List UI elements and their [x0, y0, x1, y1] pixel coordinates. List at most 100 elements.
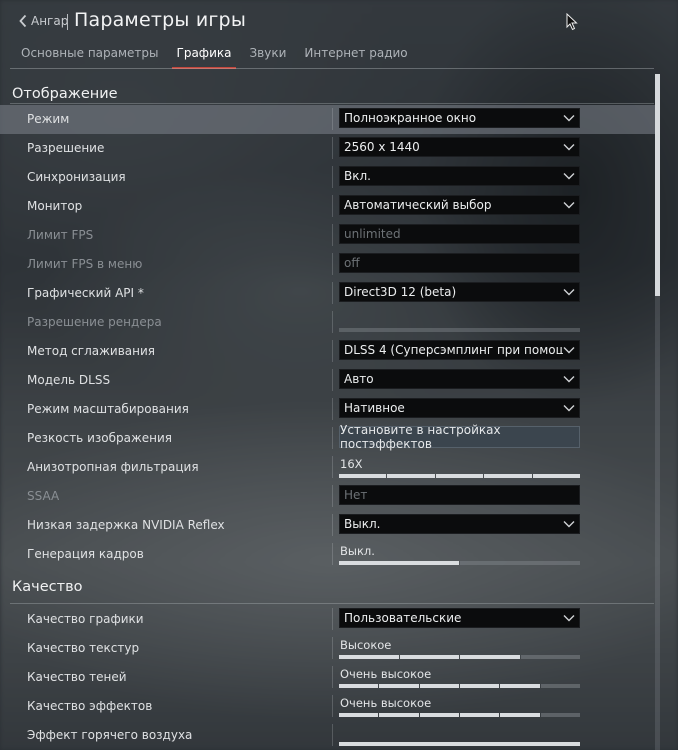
row-divider: [332, 195, 333, 217]
setting-row-effects-quality[interactable]: Качество эффектов Очень высокое: [0, 692, 660, 721]
vsync-dropdown[interactable]: Вкл.: [339, 166, 580, 186]
slider-segment: [540, 684, 580, 688]
scrollbar-thumb[interactable]: [655, 74, 660, 296]
row-divider: [332, 695, 333, 717]
title-separator: [67, 14, 68, 30]
slider-track: [339, 742, 580, 746]
row-divider: [332, 724, 333, 746]
setting-row-reflex[interactable]: Низкая задержка NVIDIA Reflex Выкл.: [0, 511, 660, 540]
dropdown-value: Вкл.: [344, 169, 371, 183]
scaling-mode-dropdown[interactable]: Нативное: [339, 398, 580, 418]
setting-row-anisotropic[interactable]: Анизотропная фильтрация 16X: [0, 453, 660, 482]
section-divider: [10, 103, 654, 104]
tab-graphics[interactable]: Графика: [168, 44, 241, 69]
tab-sound[interactable]: Звуки: [240, 44, 295, 68]
open-postfx-settings-button[interactable]: Установите в настройках постэффектов: [339, 423, 580, 451]
scrollbar[interactable]: [655, 74, 660, 750]
slider-segment: [379, 713, 419, 717]
row-divider: [332, 514, 333, 536]
setting-row-graphics-quality[interactable]: Качество графики Пользовательские: [0, 605, 660, 634]
antialiasing-dropdown[interactable]: DLSS 4 (Суперсэмплинг при помощи гл: [339, 340, 580, 360]
slider-segment: [520, 655, 580, 659]
setting-row-frame-gen[interactable]: Генерация кадров Выкл.: [0, 540, 660, 569]
graphics-api-dropdown[interactable]: Direct3D 12 (beta): [339, 282, 580, 302]
dropdown-value: Автоматический выбор: [344, 198, 492, 212]
slider-track: [339, 561, 580, 565]
texture-quality-slider[interactable]: Высокое: [339, 637, 580, 661]
slider-segment: [484, 474, 532, 478]
dropdown-value: Полноэкранное окно: [344, 111, 477, 125]
setting-row-antialiasing[interactable]: Метод сглаживания DLSS 4 (Суперсэмплинг …: [0, 337, 660, 366]
setting-row-render-resolution: Разрешение рендера: [0, 308, 660, 337]
setting-label: Резкость изображения: [27, 431, 173, 445]
setting-label: Анизотропная фильтрация: [27, 460, 199, 474]
chevron-down-icon: [563, 115, 575, 122]
section-title: Качество: [12, 579, 83, 595]
shadow-quality-slider[interactable]: Очень высокое: [339, 666, 580, 690]
row-divider: [332, 166, 333, 188]
row-divider: [332, 637, 333, 659]
section-display: Отображение: [0, 72, 660, 105]
section-title: Отображение: [12, 86, 118, 102]
reflex-dropdown[interactable]: Выкл.: [339, 514, 580, 534]
dropdown-value: Нативное: [344, 401, 405, 415]
slider-track: [339, 474, 581, 478]
setting-row-dlss-model[interactable]: Модель DLSS Авто: [0, 366, 660, 395]
slider-segment: [339, 561, 459, 565]
back-button[interactable]: Ангар: [18, 14, 68, 28]
setting-row-graphics-api[interactable]: Графический API * Direct3D 12 (beta): [0, 279, 660, 308]
dropdown-value: 2560 x 1440: [344, 140, 420, 154]
setting-row-shadow-quality[interactable]: Качество теней Очень высокое: [0, 663, 660, 692]
setting-row-vsync[interactable]: Синхронизация Вкл.: [0, 163, 660, 192]
dropdown-value: Авто: [344, 372, 374, 386]
render-resolution-slider: [339, 328, 580, 332]
slider-segment: [459, 713, 500, 717]
setting-row-resolution[interactable]: Разрешение 2560 x 1440: [0, 134, 660, 163]
slider-segment: [379, 684, 419, 688]
row-divider: [332, 137, 333, 159]
anisotropic-slider[interactable]: 16X: [339, 456, 581, 480]
mode-dropdown[interactable]: Полноэкранное окно: [339, 108, 580, 128]
setting-label: Качество теней: [27, 670, 127, 684]
setting-label: Графический API *: [27, 286, 144, 300]
setting-row-heat-haze[interactable]: Эффект горячего воздуха: [0, 721, 660, 750]
fps-limit-menu-field: off: [339, 253, 580, 273]
back-label: Ангар: [31, 14, 69, 28]
effects-quality-slider[interactable]: Очень высокое: [339, 695, 580, 719]
tab-bar: Основные параметры Графика Звуки Интерне…: [12, 44, 417, 70]
slider-segment: [500, 684, 540, 688]
row-divider: [332, 456, 333, 478]
heat-haze-slider[interactable]: [339, 724, 580, 748]
setting-label: Качество эффектов: [27, 699, 153, 713]
slider-segment: [419, 684, 459, 688]
dlss-model-dropdown[interactable]: Авто: [339, 369, 580, 389]
chevron-down-icon: [563, 144, 575, 151]
slider-segment: [339, 655, 399, 659]
slider-value: Выкл.: [340, 544, 375, 558]
setting-row-scaling-mode[interactable]: Режим масштабирования Нативное: [0, 395, 660, 424]
tab-internet-radio[interactable]: Интернет радио: [295, 44, 416, 68]
slider-track: [339, 684, 580, 688]
monitor-dropdown[interactable]: Автоматический выбор: [339, 195, 580, 215]
field-value: unlimited: [344, 227, 401, 241]
chevron-down-icon: [563, 173, 575, 180]
setting-row-monitor[interactable]: Монитор Автоматический выбор: [0, 192, 660, 221]
graphics-quality-dropdown[interactable]: Пользовательские: [339, 608, 580, 628]
row-divider: [332, 253, 333, 275]
resolution-dropdown[interactable]: 2560 x 1440: [339, 137, 580, 157]
dropdown-value: Direct3D 12 (beta): [344, 285, 457, 299]
slider-value: 16X: [340, 457, 363, 471]
header: Ангар Параметры игры Основные параметры …: [0, 0, 678, 70]
setting-row-ssaa: SSAA Нет: [0, 482, 660, 511]
setting-row-mode[interactable]: Режим Полноэкранное окно: [0, 105, 660, 134]
slider-segment: [387, 474, 435, 478]
tab-general[interactable]: Основные параметры: [12, 44, 168, 68]
chevron-down-icon: [563, 347, 575, 354]
frame-gen-slider[interactable]: Выкл.: [339, 543, 580, 567]
row-divider: [332, 608, 333, 630]
slider-value: Очень высокое: [340, 696, 432, 710]
setting-row-texture-quality[interactable]: Качество текстур Высокое: [0, 634, 660, 663]
dropdown-value: DLSS 4 (Суперсэмплинг при помощи гл: [344, 343, 563, 357]
setting-label: Лимит FPS: [27, 228, 94, 242]
setting-row-sharpness[interactable]: Резкость изображения Установите в настро…: [0, 423, 660, 453]
